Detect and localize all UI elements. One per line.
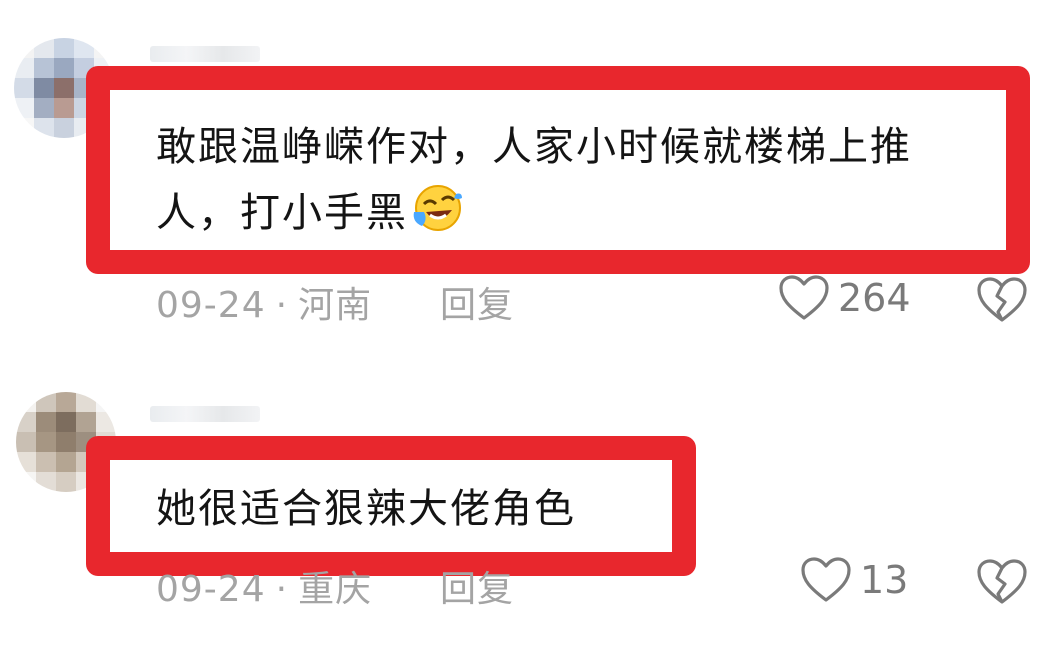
username-redacted[interactable] <box>150 406 260 422</box>
comment-text: 她很适合狠辣大佬角色 <box>156 476 676 542</box>
laughing-crying-emoji-icon <box>413 185 462 231</box>
comment-text-line: 敢跟温峥嵘作对，人家小时候就楼梯上推 <box>156 124 912 170</box>
comment-item: 敢跟温峥嵘作对，人家小时候就楼梯上推 人，打小手黑 09-24 · 河南 回复 26… <box>0 0 1064 330</box>
meta-separator: · <box>275 569 289 610</box>
comment-date: 09-24 <box>156 569 266 610</box>
like-button[interactable]: 264 <box>778 274 911 322</box>
comment-text-line: 她很适合狠辣大佬角色 <box>156 486 576 532</box>
broken-heart-icon <box>977 277 1027 322</box>
reply-button[interactable]: 回复 <box>440 276 514 328</box>
comment-meta: 09-24 · 重庆 <box>156 560 372 612</box>
dislike-button[interactable] <box>976 558 1028 610</box>
heart-outline-icon <box>801 557 851 602</box>
comment-location: 重庆 <box>298 569 373 610</box>
comment-location: 河南 <box>298 285 373 326</box>
username-redacted[interactable] <box>150 46 260 62</box>
meta-separator: · <box>275 285 289 326</box>
comment-text-line: 人，打小手黑 <box>156 190 408 236</box>
comment-text: 敢跟温峥嵘作对，人家小时候就楼梯上推 人，打小手黑 <box>156 114 1012 246</box>
comment-date: 09-24 <box>156 285 266 326</box>
like-button[interactable]: 13 <box>800 556 908 604</box>
broken-heart-icon <box>977 559 1027 604</box>
like-count: 264 <box>838 276 911 320</box>
like-count: 13 <box>860 558 909 602</box>
reply-button[interactable]: 回复 <box>440 560 514 612</box>
comment-meta: 09-24 · 河南 <box>156 276 372 328</box>
heart-outline-icon <box>779 275 829 320</box>
dislike-button[interactable] <box>976 276 1028 328</box>
